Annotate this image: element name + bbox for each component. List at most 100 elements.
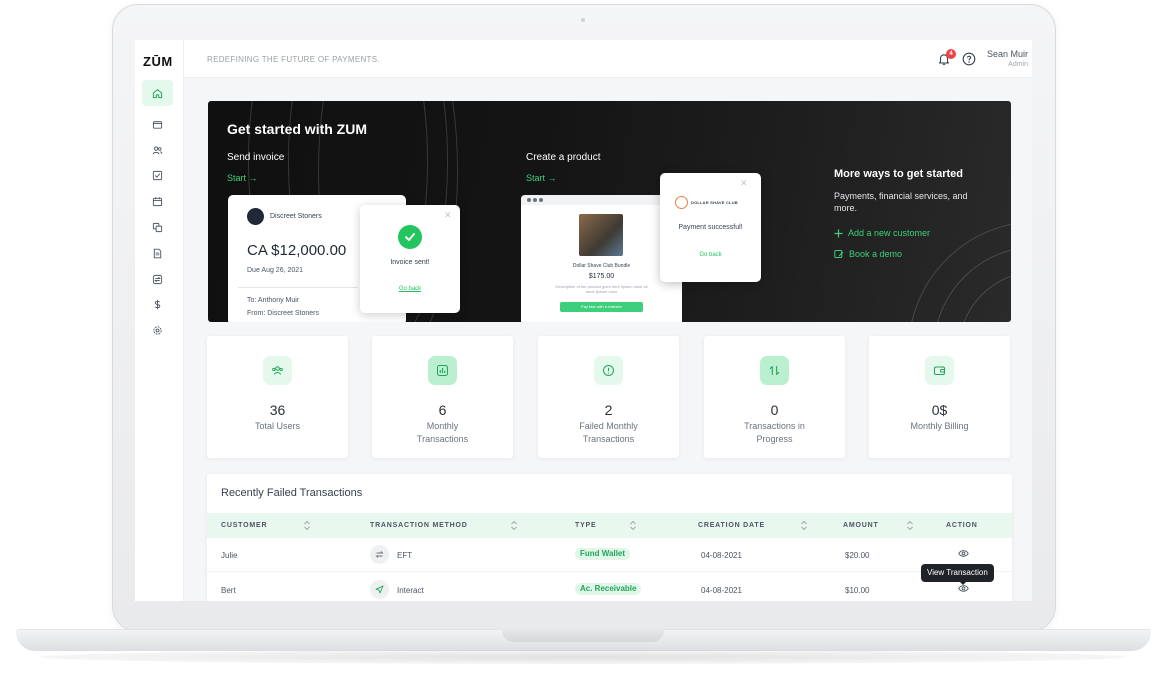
customer-cell: Julie [221, 551, 238, 560]
stat-label: Monthly Transactions [416, 421, 469, 444]
sidebar-item-documents[interactable] [142, 240, 173, 266]
date-cell: 04-08-2021 [701, 586, 742, 595]
home-icon [152, 88, 163, 98]
brand-logo [675, 196, 688, 209]
invoice-from-label: From: [247, 310, 266, 317]
go-back-link[interactable]: Go back [360, 286, 460, 292]
send-icon [370, 580, 389, 599]
payment-success-popup: ✕ DOLLAR SHAVE CLUB Payment successful! … [660, 173, 761, 282]
sidebar-item-settings[interactable] [142, 317, 173, 343]
invoice-sent-message: Invoice sent! [390, 259, 430, 266]
eye-icon[interactable] [958, 549, 969, 558]
send-invoice-start-link[interactable]: Start → [227, 173, 258, 183]
sidebar-item-calendar[interactable] [142, 188, 173, 214]
product-price: $175.00 [588, 273, 615, 280]
sort-icon[interactable] [629, 520, 637, 531]
method-cell: EFT [397, 551, 413, 560]
stat-value: 36 [269, 402, 286, 418]
check-circle-icon [398, 225, 422, 249]
transfer-icon [370, 545, 389, 564]
sidebar-item-billing[interactable] [142, 291, 173, 317]
payment-success-message: Payment successful! [678, 224, 743, 231]
table-title: Recently Failed Transactions [221, 487, 363, 499]
top-header: REDEFINING THE FUTURE OF PAYMENTS. 4 Sea… [184, 40, 1032, 78]
stat-card-monthly-transactions[interactable]: 6 Monthly Transactions [372, 336, 513, 458]
customer-cell: Bert [221, 586, 236, 595]
arrows-up-down-icon [760, 356, 789, 385]
document-icon [153, 248, 162, 258]
hero-title: Get started with ZUM [227, 121, 368, 137]
create-product-start-link[interactable]: Start → [526, 173, 557, 183]
pay-button[interactable]: Pay fast with e-transfer [560, 302, 643, 312]
invoice-sent-popup: ✕ Invoice sent! Go back [360, 205, 460, 313]
bar-chart-icon [428, 356, 457, 385]
wallet-icon [152, 120, 163, 129]
go-back-link[interactable]: Go back [660, 252, 761, 258]
invoice-to-value: Anthony Muir [257, 297, 300, 304]
stat-card-failed-transactions[interactable]: 2 Failed Monthly Transactions [538, 336, 679, 458]
table-row[interactable]: Bert Interact Ac. Receivable 04-08-2021 … [207, 573, 1012, 601]
stat-value: 2 [604, 402, 613, 418]
alert-circle-icon [594, 356, 623, 385]
add-customer-link[interactable]: Add a new customer [834, 228, 930, 238]
sort-icon[interactable] [800, 520, 808, 531]
stat-label: Total Users [254, 421, 300, 431]
tooltip-arrow [959, 581, 967, 585]
browser-dot [539, 198, 543, 202]
sort-icon[interactable] [510, 520, 518, 531]
gear-icon [153, 325, 162, 335]
app-logo[interactable]: ZŪM [143, 54, 173, 69]
sidebar-item-tasks[interactable] [142, 162, 173, 188]
more-ways-text: Payments, financial services, and more. [834, 191, 968, 213]
stat-card-transactions-in-progress[interactable]: 0 Transactions in Progress [704, 336, 845, 458]
browser-dot [527, 198, 531, 202]
tagline: REDEFINING THE FUTURE OF PAYMENTS. [207, 55, 380, 64]
calendar-icon [152, 196, 163, 206]
sidebar-item-transfers[interactable] [142, 266, 173, 292]
send-invoice-heading: Send invoice [227, 152, 285, 163]
amount-cell: $10.00 [845, 586, 870, 595]
more-ways-heading: More ways to get started [834, 168, 963, 180]
laptop-camera [581, 18, 585, 22]
stat-card-total-users[interactable]: 36 Total Users [207, 336, 348, 458]
divider [238, 287, 358, 288]
column-header-creation-date[interactable]: CREATION DATE [698, 522, 765, 529]
transfer-icon [152, 274, 163, 284]
create-product-heading: Create a product [526, 152, 601, 163]
brand-name: DOLLAR SHAVE CLUB [691, 200, 738, 205]
sidebar-item-wallet[interactable] [142, 111, 173, 137]
product-preview-card: Dollar Shave Club Bundle $175.00 Descrip… [521, 195, 682, 322]
sidebar-item-home[interactable] [142, 80, 173, 106]
view-transaction-tooltip: View Transaction [921, 564, 994, 582]
close-icon[interactable]: ✕ [740, 178, 748, 189]
column-header-type[interactable]: TYPE [575, 522, 596, 529]
laptop-shadow [40, 650, 1127, 664]
notification-badge: 4 [946, 49, 956, 59]
sidebar-item-copy[interactable] [142, 214, 173, 240]
sidebar-item-users[interactable] [142, 137, 173, 163]
browser-bar [521, 195, 682, 205]
book-demo-link[interactable]: Book a demo [834, 249, 902, 259]
column-header-method[interactable]: TRANSACTION METHOD [370, 522, 468, 529]
invoice-from-value: Discreet Stoners [267, 310, 319, 317]
stat-label: Transactions in Progress [744, 421, 805, 444]
column-header-amount[interactable]: AMOUNT [843, 522, 879, 529]
column-header-customer[interactable]: CUSTOMER [221, 522, 267, 529]
type-badge: Ac. Receivable [575, 583, 642, 595]
sort-icon[interactable] [303, 520, 311, 531]
close-icon[interactable]: ✕ [444, 210, 452, 221]
eye-icon[interactable] [958, 584, 969, 593]
failed-transactions-table: Recently Failed Transactions CUSTOMER TR… [207, 474, 1012, 601]
browser-dot [533, 198, 537, 202]
stat-label: Failed Monthly Transactions [579, 421, 638, 444]
invoice-from: From: Discreet Stoners [247, 310, 319, 317]
wallet-icon [925, 356, 954, 385]
users-icon [263, 356, 292, 385]
user-name[interactable]: Sean Muir [964, 49, 1028, 59]
invoice-amount: CA $12,000.00 [247, 242, 347, 259]
sort-icon[interactable] [906, 520, 914, 531]
date-cell: 04-08-2021 [701, 551, 742, 560]
stat-card-monthly-billing[interactable]: 0$ Monthly Billing [869, 336, 1010, 458]
table-row[interactable]: Julie EFT Fund Wallet 04-08-2021 $20.00 [207, 538, 1012, 572]
amount-cell: $20.00 [845, 551, 870, 560]
